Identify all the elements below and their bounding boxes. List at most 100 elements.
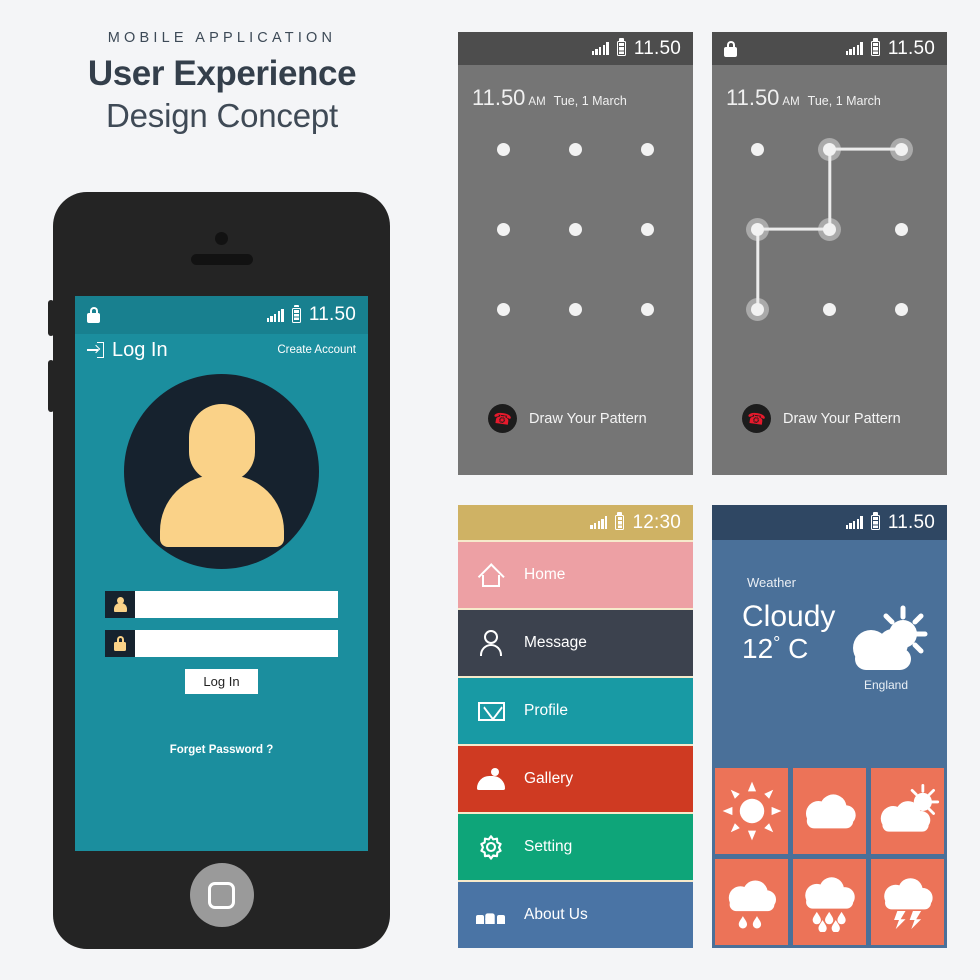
forecast-tile[interactable] (871, 859, 944, 945)
menu-item-label: Home (524, 566, 566, 583)
login-form: Log In Forget Password ? (75, 591, 368, 756)
battery-icon (616, 38, 626, 56)
pattern-path-segment (757, 227, 830, 231)
pattern-dot-grid[interactable] (496, 141, 656, 316)
menu-item-profile[interactable]: Profile (458, 678, 693, 744)
menu-item-gallery[interactable]: Gallery (458, 746, 693, 812)
menu-item-home[interactable]: Home (458, 542, 693, 608)
menu-item-setting[interactable]: Setting (458, 814, 693, 880)
weather-readout: Cloudy 12° C (742, 600, 835, 665)
password-row (105, 630, 338, 657)
signal-icon (590, 516, 608, 529)
avatar (124, 374, 319, 569)
front-camera-icon (215, 232, 228, 245)
menu-item-label: Setting (524, 838, 573, 855)
pattern-dot[interactable] (895, 222, 908, 236)
forget-password-link[interactable]: Forget Password ? (105, 744, 338, 756)
pattern-instruction: Draw Your Pattern (529, 410, 647, 427)
pattern-path-segment (828, 148, 831, 229)
poster-canvas: MOBILE APPLICATION User Experience Desig… (0, 0, 980, 980)
pattern-screen-1: 11.50 11.50 AM Tue, 1 March ☎ Draw Your Pa… (458, 32, 693, 475)
pattern-dot[interactable] (895, 302, 908, 316)
temp-unit: C (788, 633, 809, 664)
house-icon (458, 562, 524, 589)
degree-symbol: ° (773, 633, 781, 653)
gear-icon (458, 834, 524, 860)
pattern-dot[interactable] (823, 302, 836, 316)
menu-item-message[interactable]: Message (458, 610, 693, 676)
partly-cloudy-icon (875, 782, 941, 840)
pattern2-footer: ☎ Draw Your Pattern (742, 404, 901, 433)
username-input[interactable] (135, 591, 338, 618)
lock-icon (105, 630, 135, 657)
pattern-dot[interactable] (641, 302, 654, 316)
login-button[interactable]: Log In (185, 669, 258, 694)
clock-date: Tue, 1 March (807, 94, 881, 108)
menu-item-about-us[interactable]: About Us (458, 882, 693, 948)
pattern1-footer: ☎ Draw Your Pattern (488, 404, 647, 433)
lock-icon (724, 40, 737, 57)
volume-up-button[interactable] (48, 300, 54, 336)
avatar-head-shape (188, 404, 255, 482)
pattern-dot-grid[interactable] (750, 141, 910, 316)
weather-status-bar: 11.50 (712, 505, 947, 540)
pattern-dot[interactable] (823, 222, 836, 236)
menu-item-label: Message (524, 634, 587, 651)
signal-icon (591, 42, 609, 55)
pattern-dot[interactable] (569, 142, 582, 156)
envelope-icon (458, 701, 524, 721)
login-title: Log In (112, 338, 168, 361)
weather-icon-block: England (843, 600, 929, 692)
menu-item-label: Gallery (524, 770, 574, 787)
pattern-dot[interactable] (751, 222, 764, 236)
pattern-dot[interactable] (751, 302, 764, 316)
pattern-dot[interactable] (823, 142, 836, 156)
password-input[interactable] (135, 630, 338, 657)
clock-time: 11.50 (726, 85, 780, 110)
status-time: 11.50 (887, 511, 935, 533)
phone-icon[interactable]: ☎ (742, 404, 771, 433)
pattern-dot[interactable] (751, 142, 764, 156)
forecast-tile[interactable] (793, 859, 866, 945)
menu-item-label: Profile (524, 702, 568, 719)
status-time: 11.50 (633, 37, 681, 59)
signal-icon (845, 42, 863, 55)
pattern-path-segment (756, 228, 759, 309)
avatar-wrap (75, 374, 368, 569)
signal-icon (266, 308, 284, 322)
pattern-dot[interactable] (497, 142, 510, 156)
weather-condition: Cloudy (742, 600, 836, 633)
headline-block: MOBILE APPLICATION User Experience Desig… (52, 30, 392, 136)
create-account-link[interactable]: Create Account (277, 344, 356, 356)
pattern-path-segment (829, 147, 902, 151)
volume-down-button[interactable] (48, 360, 54, 412)
home-button[interactable] (189, 863, 254, 927)
status-time: 11.50 (308, 304, 356, 325)
forecast-tile[interactable] (715, 859, 788, 945)
page-title: User Experience (87, 54, 357, 93)
login-screen: 11.50 Log In Create Account Log In Forge… (75, 296, 368, 851)
pattern1-status-bar: 11.50 (458, 32, 693, 65)
pattern-dot[interactable] (497, 302, 510, 316)
pattern-dot[interactable] (895, 142, 908, 156)
pattern-dot[interactable] (569, 222, 582, 236)
sun-icon (721, 780, 783, 842)
user-icon (105, 591, 135, 618)
eyebrow-text: MOBILE APPLICATION (107, 30, 337, 46)
clock-date: Tue, 1 March (553, 94, 627, 108)
pattern-dot[interactable] (497, 222, 510, 236)
pattern-dot[interactable] (569, 302, 582, 316)
forecast-tile[interactable] (871, 768, 944, 854)
person-icon (458, 630, 524, 656)
clock-ampm: AM (782, 96, 800, 108)
menu-screen: 12:30 Home Message Profile Gallery Setting Ab… (458, 505, 693, 948)
avatar-body-shape (159, 475, 284, 547)
forecast-tile[interactable] (793, 768, 866, 854)
forecast-tile[interactable] (715, 768, 788, 854)
username-row (105, 591, 338, 618)
pattern2-clock: 11.50 AM Tue, 1 March (712, 65, 947, 111)
battery-icon (615, 512, 625, 530)
pattern-dot[interactable] (641, 222, 654, 236)
phone-icon[interactable]: ☎ (488, 404, 517, 433)
pattern-dot[interactable] (641, 142, 654, 156)
